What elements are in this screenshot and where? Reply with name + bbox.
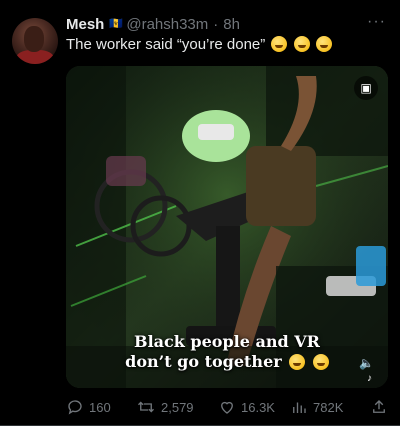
laughing-emoji-icon [315,36,332,52]
video-caption: Black people and VR don’t go together [66,332,388,372]
caption-line-2: don’t go together [66,352,388,372]
tweet-timestamp[interactable]: 8h [223,16,240,33]
tweet-text: The worker said “you’re done” [66,36,332,53]
author-avatar[interactable] [12,18,58,64]
flag-icon: 🇧🇧 [109,18,124,30]
like-count: 16.3K [241,399,275,415]
tweet-header: Mesh 🇧🇧 @rahsh33m · 8h [66,14,240,34]
tweet[interactable]: Mesh 🇧🇧 @rahsh33m · 8h ··· The worker sa… [0,0,400,426]
grimacing-emoji-icon [312,354,329,370]
share-icon [373,400,385,413]
tweet-text-body: The worker said “you’re done” [66,36,266,53]
separator-dot: · [213,15,219,33]
share-button[interactable] [370,398,388,416]
like-button[interactable]: 16.3K [218,398,275,416]
retweet-icon [138,401,154,413]
reply-icon [68,400,82,415]
image-settings-icon[interactable]: ▣ [354,76,378,100]
tweet-video[interactable]: ▣ Black people and VR don’t go together … [66,66,388,388]
crying-laughing-emoji-icon [271,36,288,52]
author-name[interactable]: Mesh [66,16,104,33]
retweet-button[interactable]: 2,579 [136,398,194,416]
avatar-face [24,26,44,52]
view-count: 782K [313,399,344,415]
reply-button[interactable]: 160 [66,398,111,416]
caption-line-1: Black people and VR [134,332,320,351]
caption-line-2-text: don’t go together [125,352,282,371]
author-handle[interactable]: @rahsh33m [126,16,208,33]
laughing-emoji-icon [293,36,310,52]
views-button[interactable]: 782K [290,398,343,416]
tweet-actions: 160 2,579 16.3K 782K [66,398,388,418]
volume-icon[interactable]: 🔈 [359,356,374,370]
more-options-button[interactable]: ··· [367,14,386,30]
grimacing-emoji-icon [289,354,306,370]
heart-icon [221,401,233,414]
avatar-shirt [16,50,54,64]
views-chart-icon [293,402,306,413]
retweet-count: 2,579 [161,399,194,415]
tiktok-logo-icon: ♪ [367,373,372,384]
reply-count: 160 [89,399,111,415]
